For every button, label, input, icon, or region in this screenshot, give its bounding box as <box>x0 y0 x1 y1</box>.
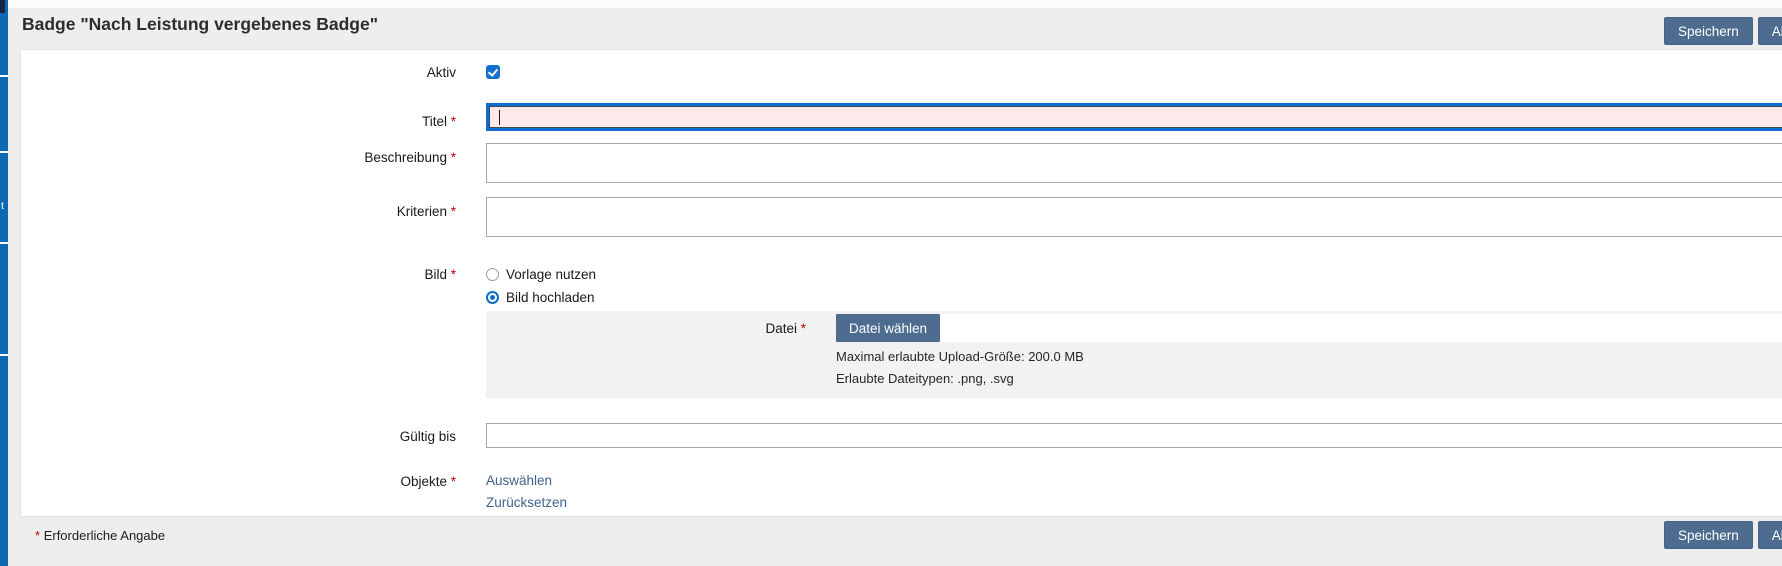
form-row-objekte: Objekte * Auswählen Zurücksetzen <box>21 473 1782 510</box>
kriterien-textarea[interactable] <box>486 197 1782 237</box>
upload-filetypes-note: Erlaubte Dateitypen: .png, .svg <box>836 371 1782 386</box>
gueltig-bis-label: Gültig bis <box>21 423 486 448</box>
form-row-titel: Titel * <box>21 103 1782 131</box>
required-marker: * <box>451 267 456 282</box>
required-marker: * <box>451 114 456 129</box>
file-name-field[interactable] <box>940 314 1782 342</box>
bild-option-hochladen[interactable]: Bild hochladen <box>486 286 1782 309</box>
page-title: Badge "Nach Leistung vergebenes Badge" <box>22 14 378 35</box>
cancel-button[interactable]: Abbrechen <box>1758 521 1782 549</box>
beschreibung-textarea[interactable] <box>486 143 1782 183</box>
nav-separator <box>0 75 8 77</box>
file-input: Datei wählen <box>836 314 1782 342</box>
form-row-aktiv: Aktiv <box>21 63 1782 80</box>
save-button[interactable]: Speichern <box>1664 521 1753 549</box>
form-row-beschreibung: Beschreibung * <box>21 143 1782 183</box>
cancel-button[interactable]: Abbrechen <box>1758 17 1782 45</box>
required-field-note: * Erforderliche Angabe <box>35 528 165 543</box>
objekte-auswaehlen-link[interactable]: Auswählen <box>486 473 552 488</box>
upload-info: Maximal erlaubte Upload-Größe: 200.0 MB … <box>836 349 1782 386</box>
aktiv-label: Aktiv <box>21 63 486 80</box>
top-strip <box>8 0 1782 8</box>
nav-truncated-label: t <box>1 200 4 212</box>
bild-option-vorlage[interactable]: Vorlage nutzen <box>486 263 1782 286</box>
objekte-zuruecksetzen-link[interactable]: Zurücksetzen <box>486 495 567 510</box>
required-note-text: Erforderliche Angabe <box>44 528 165 543</box>
required-marker: * <box>451 150 456 165</box>
badge-form-panel: Aktiv Titel * Beschreibung * Kriterien *… <box>20 49 1782 517</box>
nav-separator <box>0 354 8 356</box>
required-marker: * <box>451 204 456 219</box>
toolbar-bottom: Speichern Abbrechen <box>1664 521 1782 549</box>
titel-focus-ring <box>486 103 1782 131</box>
file-choose-button[interactable]: Datei wählen <box>836 314 940 342</box>
kriterien-label: Kriterien * <box>21 197 486 237</box>
bild-label: Bild * <box>21 263 486 309</box>
form-row-datei: Datei * Datei wählen <box>486 314 1782 342</box>
titel-input[interactable] <box>489 106 1782 128</box>
aktiv-checkbox[interactable] <box>486 65 500 79</box>
objekte-label: Objekte * <box>21 473 486 510</box>
bild-option-hochladen-label: Bild hochladen <box>506 290 595 305</box>
radio-unselected-icon[interactable] <box>486 268 499 281</box>
nav-top-segment <box>0 0 5 13</box>
left-nav-strip[interactable]: t <box>0 0 8 566</box>
form-row-bild: Bild * Vorlage nutzen Bild hochladen <box>21 263 1782 309</box>
upload-subsection: Datei * Datei wählen Maximal erlaubte Up… <box>486 311 1782 398</box>
required-marker: * <box>801 321 806 336</box>
save-button[interactable]: Speichern <box>1664 17 1753 45</box>
required-marker: * <box>451 474 456 489</box>
datei-label: Datei * <box>486 314 836 342</box>
upload-max-size-note: Maximal erlaubte Upload-Größe: 200.0 MB <box>836 349 1782 364</box>
beschreibung-label: Beschreibung * <box>21 143 486 183</box>
form-row-gueltig-bis: Gültig bis <box>21 423 1782 448</box>
toolbar-top: Speichern Abbrechen <box>1664 17 1782 45</box>
text-caret <box>499 110 500 125</box>
form-row-kriterien: Kriterien * <box>21 197 1782 237</box>
nav-separator <box>0 242 8 244</box>
required-marker: * <box>35 528 40 543</box>
titel-label: Titel * <box>21 103 486 131</box>
radio-selected-icon[interactable] <box>486 291 499 304</box>
bild-option-vorlage-label: Vorlage nutzen <box>506 267 596 282</box>
nav-separator <box>0 151 8 153</box>
gueltig-bis-input[interactable] <box>486 423 1782 448</box>
